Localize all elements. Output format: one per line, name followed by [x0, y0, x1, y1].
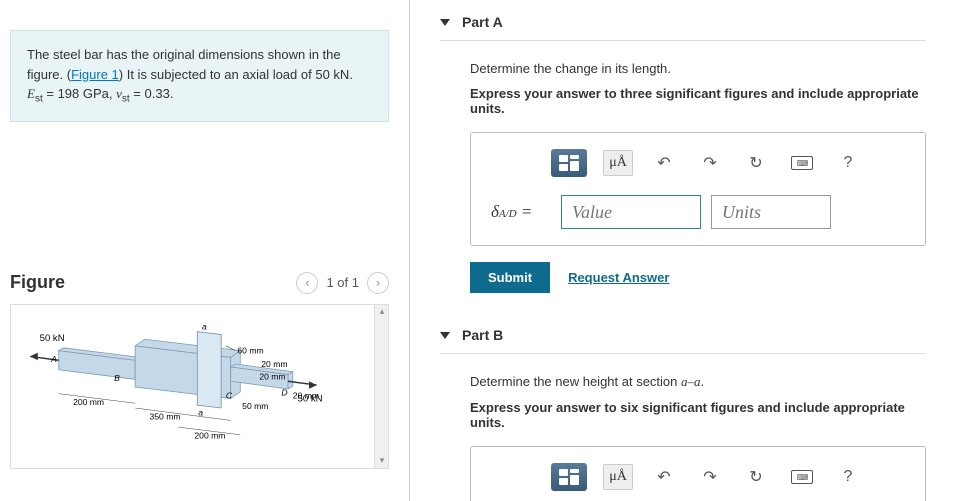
- part-a-answer-box: μÅ ↶ ↷ ↻ ⌨ ? δA/D =: [470, 132, 926, 246]
- fig-force-left: 50 kN: [40, 333, 65, 344]
- fig-pt-a: A: [50, 354, 57, 364]
- left-panel: The steel bar has the original dimension…: [0, 0, 410, 501]
- figure-pager: ‹ 1 of 1 ›: [296, 272, 389, 294]
- load-value: 50 kN.: [315, 67, 353, 82]
- collapse-icon[interactable]: [440, 19, 450, 26]
- pager-prev-button[interactable]: ‹: [296, 272, 318, 294]
- fig-pt-d: D: [281, 387, 287, 397]
- figure-title: Figure: [10, 272, 65, 293]
- undo-button[interactable]: ↶: [649, 464, 679, 490]
- e-value: 198 GPa: [58, 86, 109, 101]
- figure-area: 50 kN 50 kN A B C D a a 200 mm 350 mm 20…: [10, 304, 389, 469]
- part-a-title: Part A: [462, 14, 503, 30]
- value-input[interactable]: [561, 195, 701, 229]
- help-button[interactable]: ?: [833, 464, 863, 490]
- scroll-down-icon[interactable]: ▾: [375, 454, 389, 468]
- figure-link[interactable]: Figure 1: [71, 67, 119, 82]
- problem-text-2: ) It is subjected to an axial load of: [119, 67, 312, 82]
- part-a-submit-row: Submit Request Answer: [470, 262, 926, 293]
- keyboard-button[interactable]: ⌨: [787, 464, 817, 490]
- part-a-answer-label: δA/D =: [491, 202, 551, 222]
- special-chars-button[interactable]: μÅ: [603, 150, 633, 176]
- right-panel: Part A Determine the change in its lengt…: [410, 0, 956, 501]
- nu-var: νst: [116, 86, 130, 101]
- part-a-instruction: Express your answer to three significant…: [470, 86, 926, 116]
- submit-button[interactable]: Submit: [470, 262, 550, 293]
- fig-dim-20-1: 20 mm: [261, 359, 287, 369]
- fig-dim-60: 60 mm: [237, 345, 263, 355]
- part-a-header[interactable]: Part A: [440, 0, 926, 41]
- templates-button[interactable]: [551, 149, 587, 177]
- part-b-answer-box: μÅ ↶ ↷ ↻ ⌨ ?: [470, 446, 926, 501]
- redo-button[interactable]: ↷: [695, 464, 725, 490]
- undo-button[interactable]: ↶: [649, 150, 679, 176]
- part-a-toolbar: μÅ ↶ ↷ ↻ ⌨ ?: [491, 149, 905, 177]
- special-chars-button[interactable]: μÅ: [603, 464, 633, 490]
- reset-button[interactable]: ↻: [741, 150, 771, 176]
- part-a-answer-row: δA/D =: [491, 195, 905, 229]
- fig-pt-c: C: [226, 390, 233, 400]
- fig-dim-20-2: 20 mm: [259, 371, 285, 381]
- nu-value: 0.33: [145, 86, 170, 101]
- pager-text: 1 of 1: [326, 275, 359, 290]
- figure-scrollbar[interactable]: ▴ ▾: [374, 305, 388, 468]
- fig-pt-b: B: [114, 373, 120, 383]
- part-b-instruction: Express your answer to six significant f…: [470, 400, 926, 430]
- e-var: Est: [27, 86, 43, 101]
- problem-statement: The steel bar has the original dimension…: [10, 30, 389, 122]
- fig-dim-50: 50 mm: [242, 401, 268, 411]
- collapse-icon[interactable]: [440, 332, 450, 339]
- part-b-title: Part B: [462, 327, 503, 343]
- part-a-question: Determine the change in its length.: [470, 61, 926, 76]
- part-b-question: Determine the new height at section a–a.: [470, 374, 926, 390]
- templates-button[interactable]: [551, 463, 587, 491]
- fig-dim-200-bottom: 200 mm: [194, 430, 225, 440]
- request-answer-link[interactable]: Request Answer: [568, 270, 669, 285]
- part-b-header[interactable]: Part B: [440, 313, 926, 354]
- keyboard-icon: ⌨: [791, 156, 813, 170]
- figure-header: Figure ‹ 1 of 1 ›: [10, 272, 389, 294]
- figure-diagram: 50 kN 50 kN A B C D a a 200 mm 350 mm 20…: [11, 305, 374, 468]
- units-input[interactable]: [711, 195, 831, 229]
- redo-button[interactable]: ↷: [695, 150, 725, 176]
- reset-button[interactable]: ↻: [741, 464, 771, 490]
- fig-dim-20-3: 20 mm: [293, 390, 319, 400]
- keyboard-icon: ⌨: [791, 470, 813, 484]
- scroll-up-icon[interactable]: ▴: [375, 305, 389, 319]
- pager-next-button[interactable]: ›: [367, 272, 389, 294]
- fig-dim-350: 350 mm: [150, 411, 181, 421]
- help-button[interactable]: ?: [833, 150, 863, 176]
- keyboard-button[interactable]: ⌨: [787, 150, 817, 176]
- fig-sec-a1: a: [202, 321, 207, 331]
- part-a-body: Determine the change in its length. Expr…: [440, 41, 926, 313]
- part-b-body: Determine the new height at section a–a.…: [440, 354, 926, 501]
- part-b-toolbar: μÅ ↶ ↷ ↻ ⌨ ?: [491, 463, 905, 491]
